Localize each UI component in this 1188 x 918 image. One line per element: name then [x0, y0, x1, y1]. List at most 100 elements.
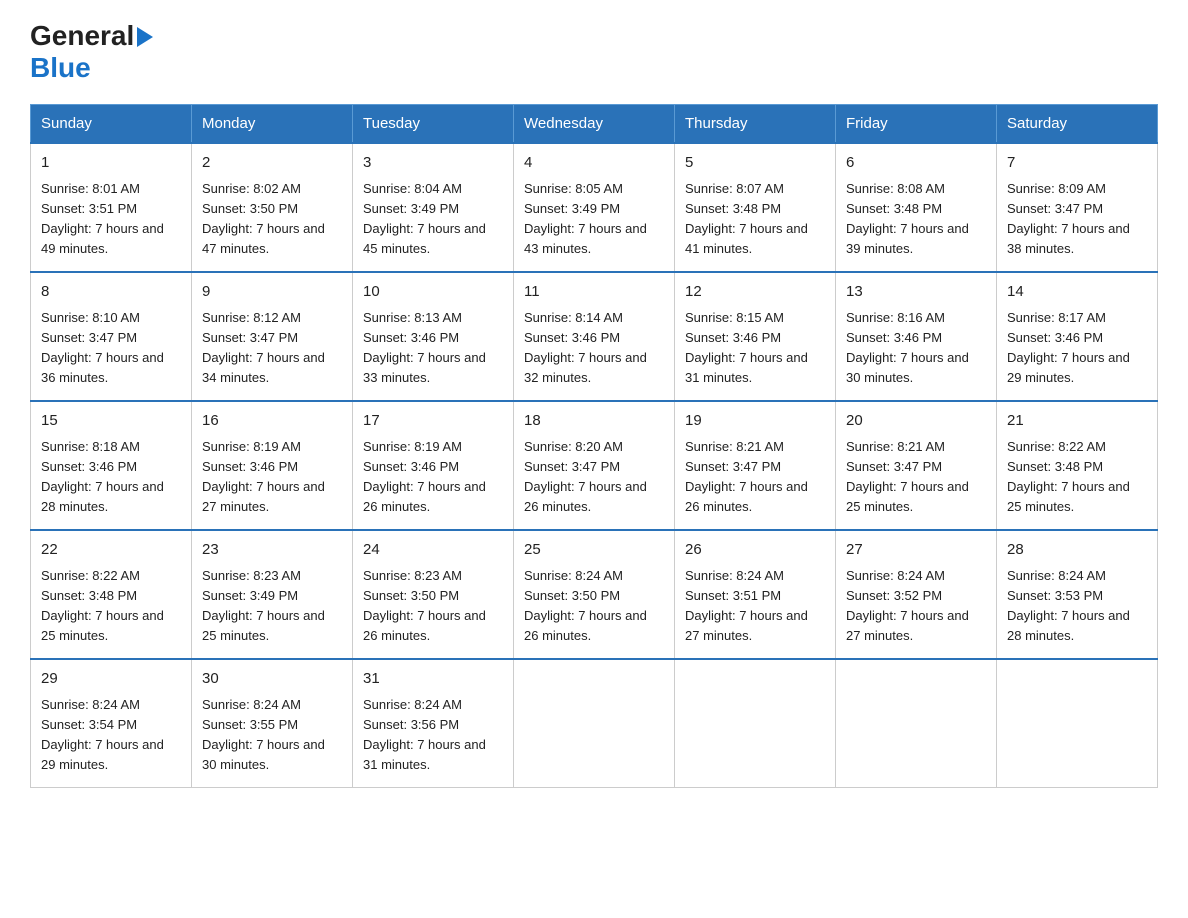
day-header-friday: Friday	[836, 105, 997, 144]
day-info: Sunrise: 8:15 AM Sunset: 3:46 PM Dayligh…	[685, 308, 825, 389]
day-number: 2	[202, 152, 342, 175]
day-number: 5	[685, 152, 825, 175]
day-info: Sunrise: 8:09 AM Sunset: 3:47 PM Dayligh…	[1007, 179, 1147, 260]
day-number: 23	[202, 539, 342, 562]
calendar-cell: 5 Sunrise: 8:07 AM Sunset: 3:48 PM Dayli…	[675, 143, 836, 272]
logo-blue-text: Blue	[30, 52, 91, 83]
day-number: 30	[202, 668, 342, 691]
day-number: 9	[202, 281, 342, 304]
day-header-thursday: Thursday	[675, 105, 836, 144]
day-info: Sunrise: 8:21 AM Sunset: 3:47 PM Dayligh…	[846, 437, 986, 518]
day-number: 27	[846, 539, 986, 562]
day-number: 17	[363, 410, 503, 433]
calendar-cell: 15 Sunrise: 8:18 AM Sunset: 3:46 PM Dayl…	[31, 401, 192, 530]
calendar-cell: 22 Sunrise: 8:22 AM Sunset: 3:48 PM Dayl…	[31, 530, 192, 659]
calendar-cell: 16 Sunrise: 8:19 AM Sunset: 3:46 PM Dayl…	[192, 401, 353, 530]
day-number: 3	[363, 152, 503, 175]
day-info: Sunrise: 8:12 AM Sunset: 3:47 PM Dayligh…	[202, 308, 342, 389]
day-info: Sunrise: 8:22 AM Sunset: 3:48 PM Dayligh…	[41, 566, 181, 647]
calendar-cell: 2 Sunrise: 8:02 AM Sunset: 3:50 PM Dayli…	[192, 143, 353, 272]
day-info: Sunrise: 8:19 AM Sunset: 3:46 PM Dayligh…	[363, 437, 503, 518]
day-header-tuesday: Tuesday	[353, 105, 514, 144]
day-info: Sunrise: 8:17 AM Sunset: 3:46 PM Dayligh…	[1007, 308, 1147, 389]
day-header-saturday: Saturday	[997, 105, 1158, 144]
day-number: 10	[363, 281, 503, 304]
day-number: 29	[41, 668, 181, 691]
logo-triangle-icon	[137, 27, 153, 47]
calendar-cell: 4 Sunrise: 8:05 AM Sunset: 3:49 PM Dayli…	[514, 143, 675, 272]
calendar-cell: 8 Sunrise: 8:10 AM Sunset: 3:47 PM Dayli…	[31, 272, 192, 401]
calendar-cell: 14 Sunrise: 8:17 AM Sunset: 3:46 PM Dayl…	[997, 272, 1158, 401]
day-info: Sunrise: 8:24 AM Sunset: 3:51 PM Dayligh…	[685, 566, 825, 647]
day-info: Sunrise: 8:05 AM Sunset: 3:49 PM Dayligh…	[524, 179, 664, 260]
day-info: Sunrise: 8:24 AM Sunset: 3:54 PM Dayligh…	[41, 695, 181, 776]
day-number: 24	[363, 539, 503, 562]
day-info: Sunrise: 8:01 AM Sunset: 3:51 PM Dayligh…	[41, 179, 181, 260]
calendar-cell: 10 Sunrise: 8:13 AM Sunset: 3:46 PM Dayl…	[353, 272, 514, 401]
day-number: 14	[1007, 281, 1147, 304]
day-info: Sunrise: 8:23 AM Sunset: 3:50 PM Dayligh…	[363, 566, 503, 647]
day-header-sunday: Sunday	[31, 105, 192, 144]
day-number: 16	[202, 410, 342, 433]
day-number: 11	[524, 281, 664, 304]
day-number: 26	[685, 539, 825, 562]
calendar-header-row: SundayMondayTuesdayWednesdayThursdayFrid…	[31, 105, 1158, 144]
calendar-table: SundayMondayTuesdayWednesdayThursdayFrid…	[30, 104, 1158, 788]
day-info: Sunrise: 8:18 AM Sunset: 3:46 PM Dayligh…	[41, 437, 181, 518]
calendar-week-5: 29 Sunrise: 8:24 AM Sunset: 3:54 PM Dayl…	[31, 659, 1158, 788]
day-number: 15	[41, 410, 181, 433]
calendar-cell: 28 Sunrise: 8:24 AM Sunset: 3:53 PM Dayl…	[997, 530, 1158, 659]
logo: General Blue	[30, 20, 153, 84]
day-info: Sunrise: 8:04 AM Sunset: 3:49 PM Dayligh…	[363, 179, 503, 260]
day-info: Sunrise: 8:07 AM Sunset: 3:48 PM Dayligh…	[685, 179, 825, 260]
calendar-cell	[514, 659, 675, 788]
day-info: Sunrise: 8:24 AM Sunset: 3:52 PM Dayligh…	[846, 566, 986, 647]
day-number: 19	[685, 410, 825, 433]
day-info: Sunrise: 8:24 AM Sunset: 3:50 PM Dayligh…	[524, 566, 664, 647]
calendar-cell: 17 Sunrise: 8:19 AM Sunset: 3:46 PM Dayl…	[353, 401, 514, 530]
day-info: Sunrise: 8:20 AM Sunset: 3:47 PM Dayligh…	[524, 437, 664, 518]
day-info: Sunrise: 8:14 AM Sunset: 3:46 PM Dayligh…	[524, 308, 664, 389]
calendar-cell: 9 Sunrise: 8:12 AM Sunset: 3:47 PM Dayli…	[192, 272, 353, 401]
calendar-cell: 27 Sunrise: 8:24 AM Sunset: 3:52 PM Dayl…	[836, 530, 997, 659]
day-number: 6	[846, 152, 986, 175]
day-number: 4	[524, 152, 664, 175]
calendar-week-2: 8 Sunrise: 8:10 AM Sunset: 3:47 PM Dayli…	[31, 272, 1158, 401]
calendar-cell	[836, 659, 997, 788]
day-header-wednesday: Wednesday	[514, 105, 675, 144]
logo-general-text: General	[30, 20, 134, 52]
day-number: 12	[685, 281, 825, 304]
calendar-week-3: 15 Sunrise: 8:18 AM Sunset: 3:46 PM Dayl…	[31, 401, 1158, 530]
calendar-cell: 3 Sunrise: 8:04 AM Sunset: 3:49 PM Dayli…	[353, 143, 514, 272]
day-number: 28	[1007, 539, 1147, 562]
calendar-cell	[997, 659, 1158, 788]
day-number: 25	[524, 539, 664, 562]
calendar-cell: 1 Sunrise: 8:01 AM Sunset: 3:51 PM Dayli…	[31, 143, 192, 272]
day-number: 21	[1007, 410, 1147, 433]
calendar-cell	[675, 659, 836, 788]
day-info: Sunrise: 8:16 AM Sunset: 3:46 PM Dayligh…	[846, 308, 986, 389]
day-number: 7	[1007, 152, 1147, 175]
day-info: Sunrise: 8:19 AM Sunset: 3:46 PM Dayligh…	[202, 437, 342, 518]
calendar-cell: 18 Sunrise: 8:20 AM Sunset: 3:47 PM Dayl…	[514, 401, 675, 530]
day-info: Sunrise: 8:22 AM Sunset: 3:48 PM Dayligh…	[1007, 437, 1147, 518]
day-info: Sunrise: 8:13 AM Sunset: 3:46 PM Dayligh…	[363, 308, 503, 389]
calendar-cell: 21 Sunrise: 8:22 AM Sunset: 3:48 PM Dayl…	[997, 401, 1158, 530]
calendar-cell: 26 Sunrise: 8:24 AM Sunset: 3:51 PM Dayl…	[675, 530, 836, 659]
day-info: Sunrise: 8:08 AM Sunset: 3:48 PM Dayligh…	[846, 179, 986, 260]
calendar-cell: 25 Sunrise: 8:24 AM Sunset: 3:50 PM Dayl…	[514, 530, 675, 659]
day-number: 13	[846, 281, 986, 304]
calendar-cell: 7 Sunrise: 8:09 AM Sunset: 3:47 PM Dayli…	[997, 143, 1158, 272]
calendar-cell: 31 Sunrise: 8:24 AM Sunset: 3:56 PM Dayl…	[353, 659, 514, 788]
day-number: 22	[41, 539, 181, 562]
calendar-cell: 24 Sunrise: 8:23 AM Sunset: 3:50 PM Dayl…	[353, 530, 514, 659]
day-info: Sunrise: 8:23 AM Sunset: 3:49 PM Dayligh…	[202, 566, 342, 647]
calendar-cell: 13 Sunrise: 8:16 AM Sunset: 3:46 PM Dayl…	[836, 272, 997, 401]
calendar-cell: 30 Sunrise: 8:24 AM Sunset: 3:55 PM Dayl…	[192, 659, 353, 788]
day-number: 20	[846, 410, 986, 433]
calendar-cell: 20 Sunrise: 8:21 AM Sunset: 3:47 PM Dayl…	[836, 401, 997, 530]
day-info: Sunrise: 8:24 AM Sunset: 3:56 PM Dayligh…	[363, 695, 503, 776]
day-number: 1	[41, 152, 181, 175]
day-info: Sunrise: 8:24 AM Sunset: 3:55 PM Dayligh…	[202, 695, 342, 776]
day-info: Sunrise: 8:02 AM Sunset: 3:50 PM Dayligh…	[202, 179, 342, 260]
